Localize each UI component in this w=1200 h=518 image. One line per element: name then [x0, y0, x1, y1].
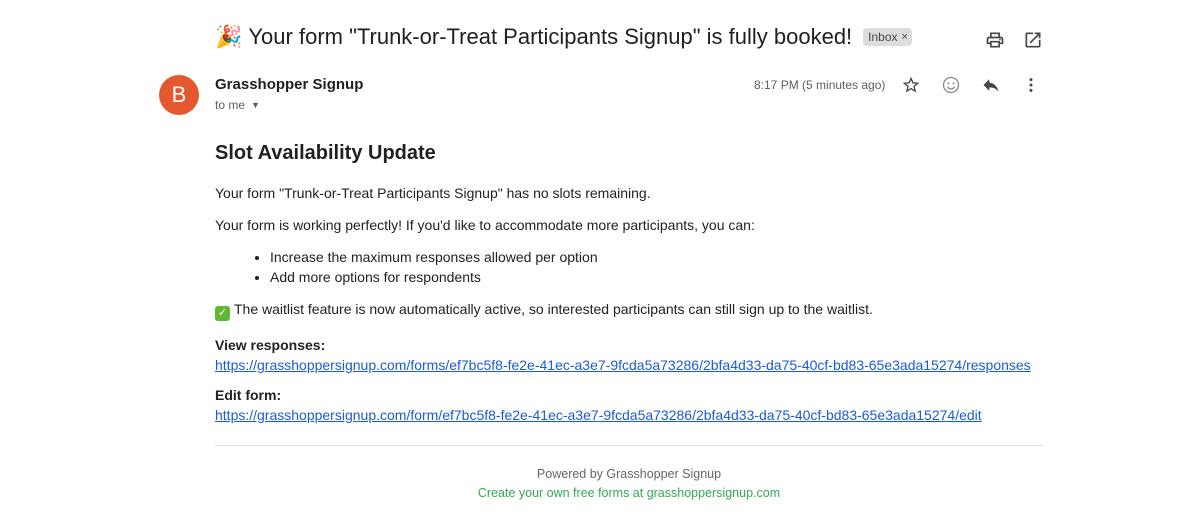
body-heading: Slot Availability Update	[215, 142, 436, 164]
list-item: Add more options for respondents	[270, 269, 1045, 285]
star-icon[interactable]	[901, 75, 921, 95]
top-toolbar	[985, 30, 1043, 50]
print-icon[interactable]	[985, 30, 1005, 50]
inbox-label-text: Inbox	[868, 30, 898, 44]
email-timestamp: 8:17 PM (5 minutes ago)	[754, 78, 886, 92]
waitlist-note: ✓ The waitlist feature is now automatical…	[215, 301, 1045, 321]
edit-form-label: Edit form:	[215, 387, 282, 403]
intro-text: Your form is working perfectly! If you'd…	[215, 217, 755, 233]
more-options-icon[interactable]	[1021, 75, 1041, 95]
email-footer: Powered by Grasshopper Signup Create you…	[215, 467, 1043, 500]
open-in-new-window-icon[interactable]	[1023, 30, 1043, 50]
message-actions	[901, 75, 1041, 95]
reply-icon[interactable]	[981, 75, 1001, 95]
remove-label-icon[interactable]: ×	[902, 31, 908, 43]
sender-avatar[interactable]: B	[159, 75, 199, 115]
list-item: Increase the maximum responses allowed p…	[270, 249, 1045, 265]
powered-by-text: Powered by Grasshopper Signup	[536, 467, 722, 481]
recipient-text: to me	[215, 98, 246, 112]
view-responses-link[interactable]: https://grasshoppersignup.com/forms/ef7b…	[215, 357, 1045, 373]
options-list: Increase the maximum responses allowed p…	[215, 249, 1045, 285]
check-mark-icon: ✓	[215, 306, 230, 321]
party-popper-icon: 🎉	[215, 24, 243, 49]
waitlist-text: The waitlist feature is now automaticall…	[234, 301, 873, 317]
edit-form-link[interactable]: https://grasshoppersignup.com/form/ef7bc…	[215, 407, 1045, 423]
email-body: Slot Availability Update Your form "Trun…	[215, 142, 1045, 437]
inbox-label-badge[interactable]: Inbox ×	[863, 28, 912, 46]
view-responses-label: View responses:	[215, 337, 326, 353]
sender-name[interactable]: Grasshopper Signup	[215, 76, 363, 93]
chevron-down-icon[interactable]: ▼	[251, 100, 260, 110]
emoji-reaction-icon[interactable]	[941, 75, 961, 95]
email-subject: Your form "Trunk-or-Treat Participants S…	[248, 24, 853, 49]
subject-row: 🎉 Your form "Trunk-or-Treat Participants…	[215, 24, 912, 50]
no-slots-text: Your form "Trunk-or-Treat Participants S…	[215, 185, 651, 201]
create-forms-link[interactable]: Create your own free forms at grasshoppe…	[215, 486, 1043, 500]
recipient-line: to me ▼	[215, 98, 260, 112]
footer-divider	[215, 445, 1043, 446]
